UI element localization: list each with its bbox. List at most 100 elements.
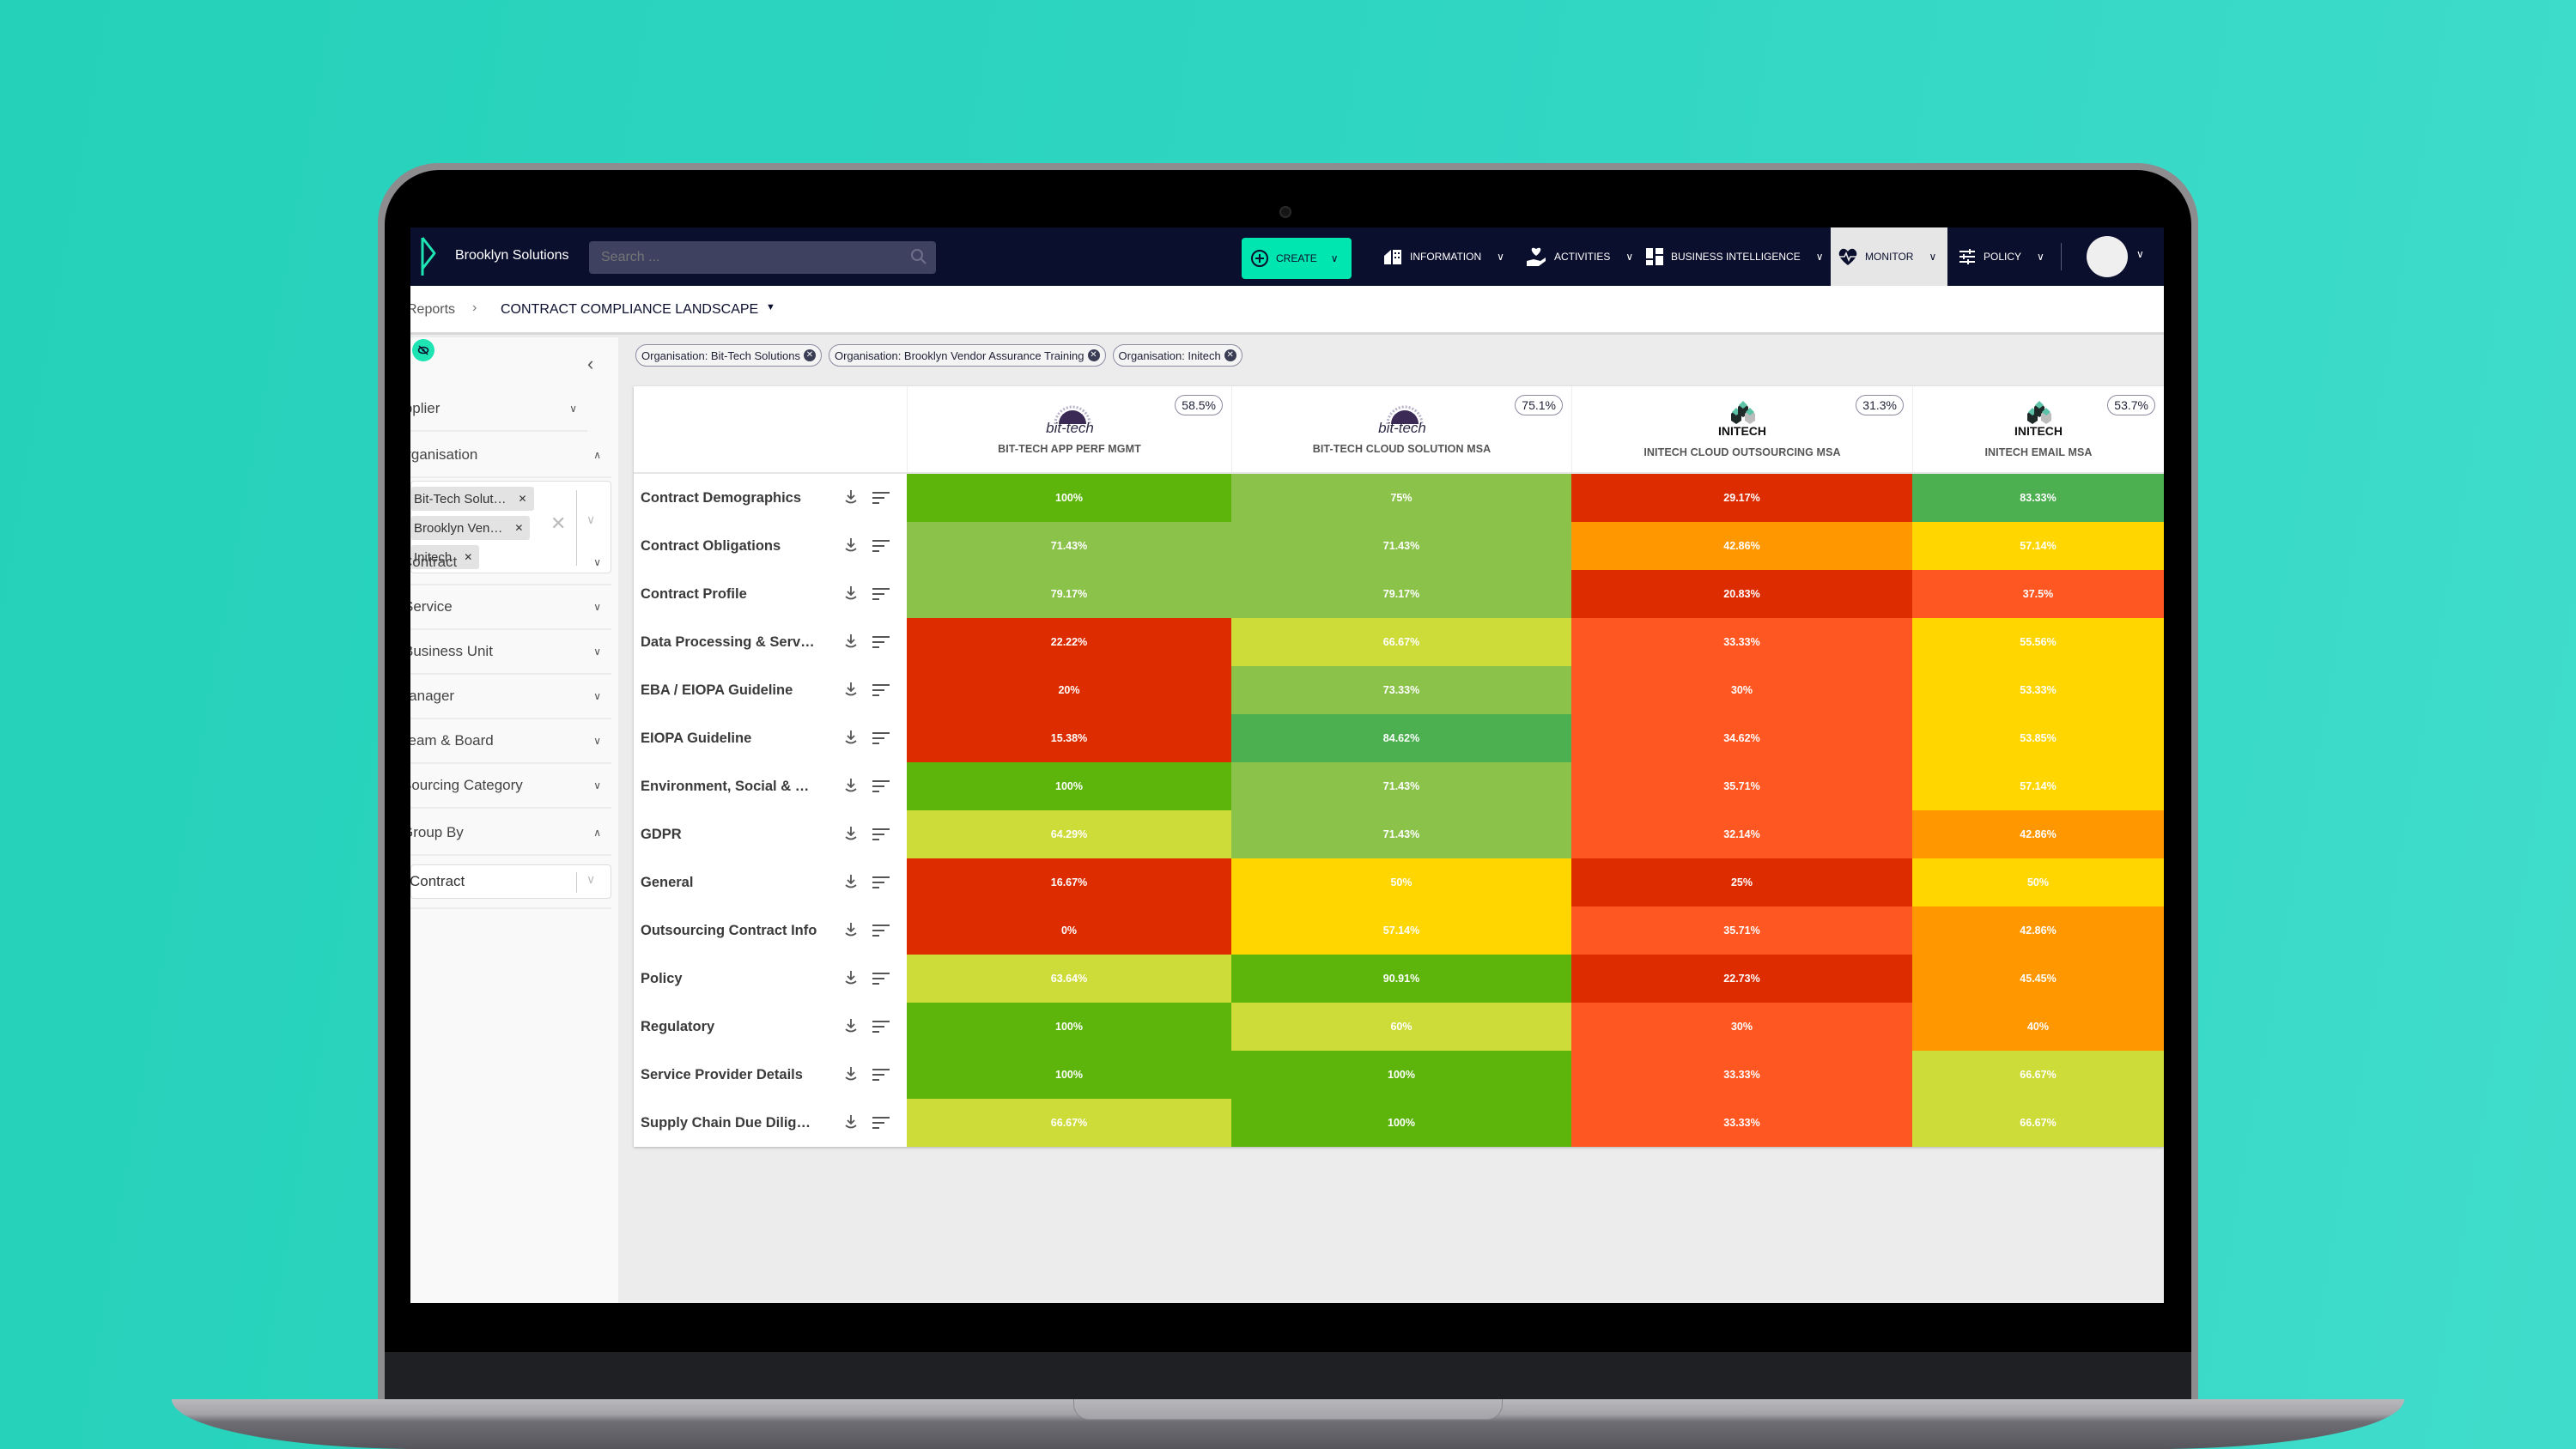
heatmap-cell[interactable]: 100% <box>907 1051 1231 1099</box>
heatmap-cell[interactable]: 71.43% <box>1231 810 1571 858</box>
heatmap-cell[interactable]: 22.22% <box>907 618 1231 666</box>
search-input[interactable] <box>589 241 936 274</box>
heatmap-cell[interactable]: 64.29% <box>907 810 1231 858</box>
nav-monitor[interactable]: MONITOR ∨ <box>1831 227 1947 286</box>
heatmap-cell[interactable]: 71.43% <box>907 522 1231 570</box>
sort-icon[interactable] <box>872 1020 890 1034</box>
download-icon[interactable] <box>843 681 859 698</box>
column-header[interactable]: INITECH 53.7% INITECH EMAIL MSA <box>1912 386 2164 472</box>
heatmap-cell[interactable]: 34.62% <box>1571 714 1912 762</box>
filter-organisation[interactable]: Organisation ∧ <box>410 433 611 478</box>
heatmap-cell[interactable]: 66.67% <box>1912 1051 2164 1099</box>
nav-business-intelligence[interactable]: BUSINESS INTELLIGENCE ∨ <box>1638 227 1831 286</box>
heatmap-cell[interactable]: 40% <box>1912 1003 2164 1051</box>
download-icon[interactable] <box>843 1113 859 1131</box>
nav-policy[interactable]: POLICY ∨ <box>1951 227 2051 286</box>
heatmap-cell[interactable]: 29.17% <box>1571 474 1912 522</box>
filter-manager[interactable]: Manager ∨ <box>410 675 611 719</box>
heatmap-cell[interactable]: 79.17% <box>1231 570 1571 618</box>
heatmap-cell[interactable]: 53.33% <box>1912 666 2164 714</box>
clear-all-icon[interactable]: ✕ <box>550 512 566 535</box>
remove-tag-icon[interactable]: ✕ <box>514 522 523 534</box>
heatmap-cell[interactable]: 15.38% <box>907 714 1231 762</box>
caret-down-icon[interactable]: ▼ <box>766 302 775 312</box>
sort-icon[interactable] <box>872 587 890 601</box>
heatmap-cell[interactable]: 33.33% <box>1571 618 1912 666</box>
download-icon[interactable] <box>843 825 859 842</box>
chevron-down-icon[interactable]: ∨ <box>2136 248 2144 260</box>
heatmap-cell[interactable]: 57.14% <box>1231 906 1571 955</box>
filter-sourcing-category[interactable]: Sourcing Category ∨ <box>410 764 611 809</box>
column-header[interactable]: bit-tech 58.5% BIT-TECH APP PERF MGMT <box>907 386 1231 472</box>
heatmap-cell[interactable]: 66.67% <box>1912 1099 2164 1147</box>
heatmap-cell[interactable]: 90.91% <box>1231 955 1571 1003</box>
filter-chip[interactable]: Organisation: Initech ✕ <box>1112 344 1242 367</box>
download-icon[interactable] <box>843 1065 859 1082</box>
heatmap-cell[interactable]: 75% <box>1231 474 1571 522</box>
user-avatar[interactable] <box>2087 236 2128 277</box>
sort-icon[interactable] <box>872 828 890 841</box>
sort-icon[interactable] <box>872 539 890 553</box>
heatmap-cell[interactable]: 100% <box>1231 1051 1571 1099</box>
sort-icon[interactable] <box>872 731 890 745</box>
heatmap-cell[interactable]: 84.62% <box>1231 714 1571 762</box>
remove-filter-icon[interactable]: ✕ <box>1224 349 1236 361</box>
nav-information[interactable]: INFORMATION ∨ <box>1376 227 1511 286</box>
heatmap-cell[interactable]: 79.17% <box>907 570 1231 618</box>
heatmap-cell[interactable]: 35.71% <box>1571 906 1912 955</box>
heatmap-cell[interactable]: 22.73% <box>1571 955 1912 1003</box>
download-icon[interactable] <box>843 873 859 890</box>
remove-filter-icon[interactable]: ✕ <box>803 349 816 361</box>
sort-icon[interactable] <box>872 635 890 649</box>
heatmap-cell[interactable]: 42.86% <box>1571 522 1912 570</box>
sort-icon[interactable] <box>872 1068 890 1082</box>
sort-icon[interactable] <box>872 491 890 505</box>
download-icon[interactable] <box>843 777 859 794</box>
heatmap-cell[interactable]: 20.83% <box>1571 570 1912 618</box>
heatmap-cell[interactable]: 50% <box>1912 858 2164 906</box>
sort-icon[interactable] <box>872 972 890 985</box>
sort-icon[interactable] <box>872 924 890 937</box>
download-icon[interactable] <box>843 633 859 650</box>
sort-icon[interactable] <box>872 1116 890 1130</box>
search-icon[interactable] <box>910 248 927 265</box>
sort-icon[interactable] <box>872 876 890 889</box>
heatmap-cell[interactable]: 63.64% <box>907 955 1231 1003</box>
filter-contract[interactable]: Contract ∨ <box>410 541 611 585</box>
heatmap-cell[interactable]: 55.56% <box>1912 618 2164 666</box>
heatmap-cell[interactable]: 100% <box>907 474 1231 522</box>
sort-icon[interactable] <box>872 779 890 793</box>
heatmap-cell[interactable]: 100% <box>907 762 1231 810</box>
download-icon[interactable] <box>843 585 859 602</box>
heatmap-cell[interactable]: 53.85% <box>1912 714 2164 762</box>
heatmap-cell[interactable]: 32.14% <box>1571 810 1912 858</box>
download-icon[interactable] <box>843 729 859 746</box>
remove-filter-icon[interactable]: ✕ <box>1087 349 1100 361</box>
filter-service[interactable]: Service ∨ <box>410 585 611 630</box>
column-header[interactable]: INITECH 31.3% INITECH CLOUD OUTSOURCING M… <box>1571 386 1912 472</box>
heatmap-cell[interactable]: 35.71% <box>1571 762 1912 810</box>
heatmap-cell[interactable]: 16.67% <box>907 858 1231 906</box>
heatmap-cell[interactable]: 83.33% <box>1912 474 2164 522</box>
heatmap-cell[interactable]: 71.43% <box>1231 522 1571 570</box>
heatmap-cell[interactable]: 42.86% <box>1912 906 2164 955</box>
heatmap-cell[interactable]: 0% <box>907 906 1231 955</box>
filter-business-unit[interactable]: Business Unit ∨ <box>410 630 611 675</box>
filter-team-board[interactable]: Team & Board ∨ <box>410 719 611 764</box>
heatmap-cell[interactable]: 45.45% <box>1912 955 2164 1003</box>
download-icon[interactable] <box>843 488 859 506</box>
visibility-off-icon[interactable] <box>412 339 434 361</box>
heatmap-cell[interactable]: 66.67% <box>907 1099 1231 1147</box>
remove-tag-icon[interactable]: ✕ <box>519 493 527 505</box>
heatmap-cell[interactable]: 37.5% <box>1912 570 2164 618</box>
column-header[interactable]: bit-tech 75.1% BIT-TECH CLOUD SOLUTION MS… <box>1231 386 1571 472</box>
group-by-select[interactable]: Contract ∨ <box>410 864 611 899</box>
chevron-down-icon[interactable]: ∨ <box>586 512 595 527</box>
breadcrumb-current[interactable]: CONTRACT COMPLIANCE LANDSCAPE <box>501 302 758 318</box>
filter-chip[interactable]: Organisation: Bit-Tech Solutions ✕ <box>635 344 822 367</box>
heatmap-cell[interactable]: 100% <box>1231 1099 1571 1147</box>
sort-icon[interactable] <box>872 683 890 697</box>
heatmap-cell[interactable]: 42.86% <box>1912 810 2164 858</box>
filter-supplier[interactable]: Supplier ∨ <box>410 387 587 432</box>
filter-chip[interactable]: Organisation: Brooklyn Vendor Assurance … <box>828 344 1106 367</box>
